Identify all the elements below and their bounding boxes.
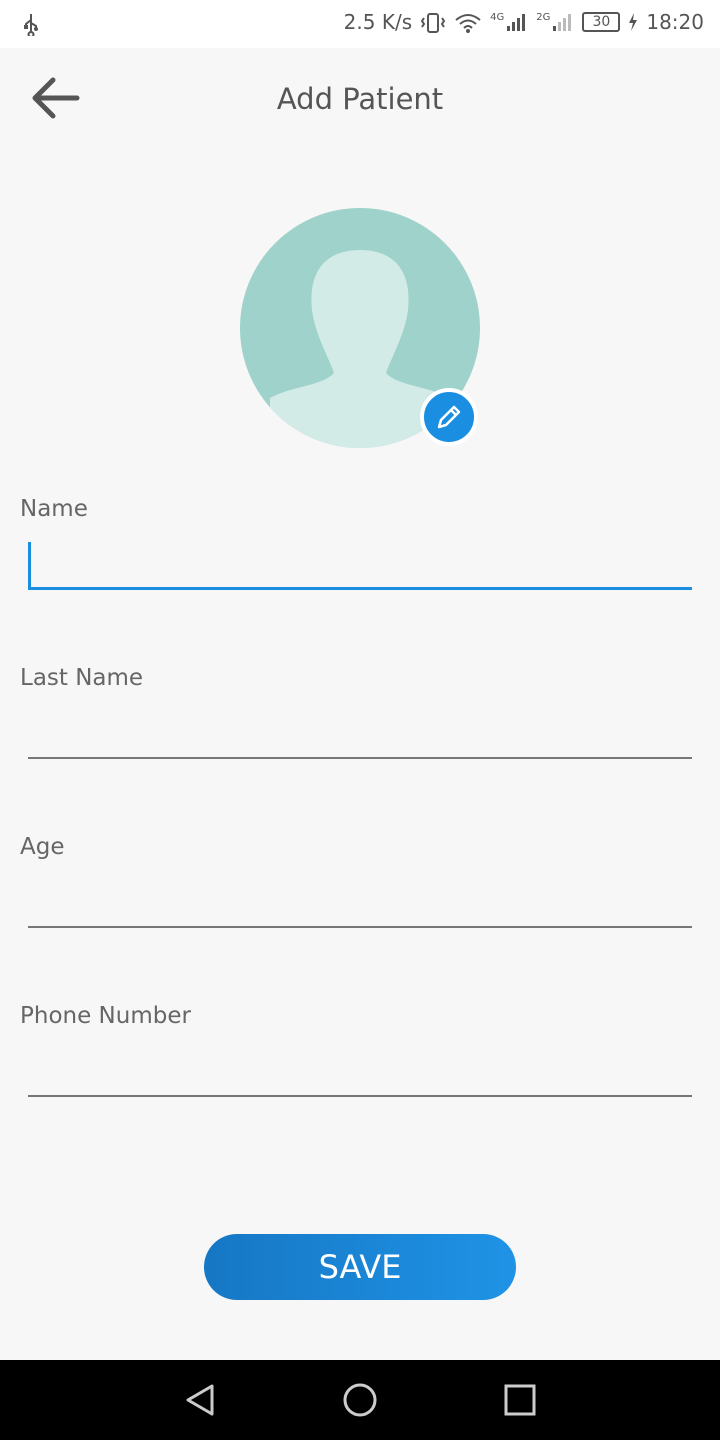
phone-number-label: Phone Number	[20, 1003, 191, 1029]
name-label: Name	[20, 496, 88, 522]
last-name-field-group: Last Name	[0, 665, 720, 795]
usb-icon	[22, 12, 40, 42]
age-input[interactable]	[28, 874, 692, 928]
edit-avatar-button[interactable]	[420, 388, 478, 446]
phone-field-group: Phone Number	[0, 1003, 720, 1133]
status-time: 18:20	[646, 10, 704, 34]
last-name-input[interactable]	[28, 705, 692, 759]
last-name-label: Last Name	[20, 665, 144, 691]
save-button[interactable]: SAVE	[204, 1234, 516, 1300]
nav-recents-button[interactable]	[500, 1380, 540, 1420]
pencil-icon	[437, 405, 461, 429]
triangle-back-icon	[186, 1384, 214, 1416]
name-field-group: Name	[0, 496, 720, 626]
page-title: Add Patient	[276, 82, 444, 116]
avatar-section	[240, 208, 480, 448]
signal-icon-2: 2G	[536, 12, 574, 32]
name-input[interactable]	[28, 536, 692, 590]
signal-icon-1: 4G	[490, 12, 528, 32]
net-speed: 2.5 K/s	[343, 10, 413, 34]
charging-icon	[628, 12, 638, 32]
battery-indicator: 30	[582, 12, 621, 32]
age-label: Age	[20, 834, 65, 860]
phone-number-input[interactable]	[28, 1043, 692, 1097]
wifi-icon	[454, 12, 482, 33]
circle-home-icon	[343, 1383, 377, 1417]
app-bar: Add Patient	[0, 48, 720, 152]
status-bar: 2.5 K/s 4G 2G 30 18:20	[0, 0, 720, 48]
nav-home-button[interactable]	[340, 1380, 380, 1420]
square-recents-icon	[504, 1384, 536, 1416]
nav-back-button[interactable]	[180, 1380, 220, 1420]
text-cursor	[28, 542, 31, 590]
vibrate-icon	[420, 12, 446, 33]
system-nav-bar	[0, 1360, 720, 1440]
age-field-group: Age	[0, 834, 720, 964]
